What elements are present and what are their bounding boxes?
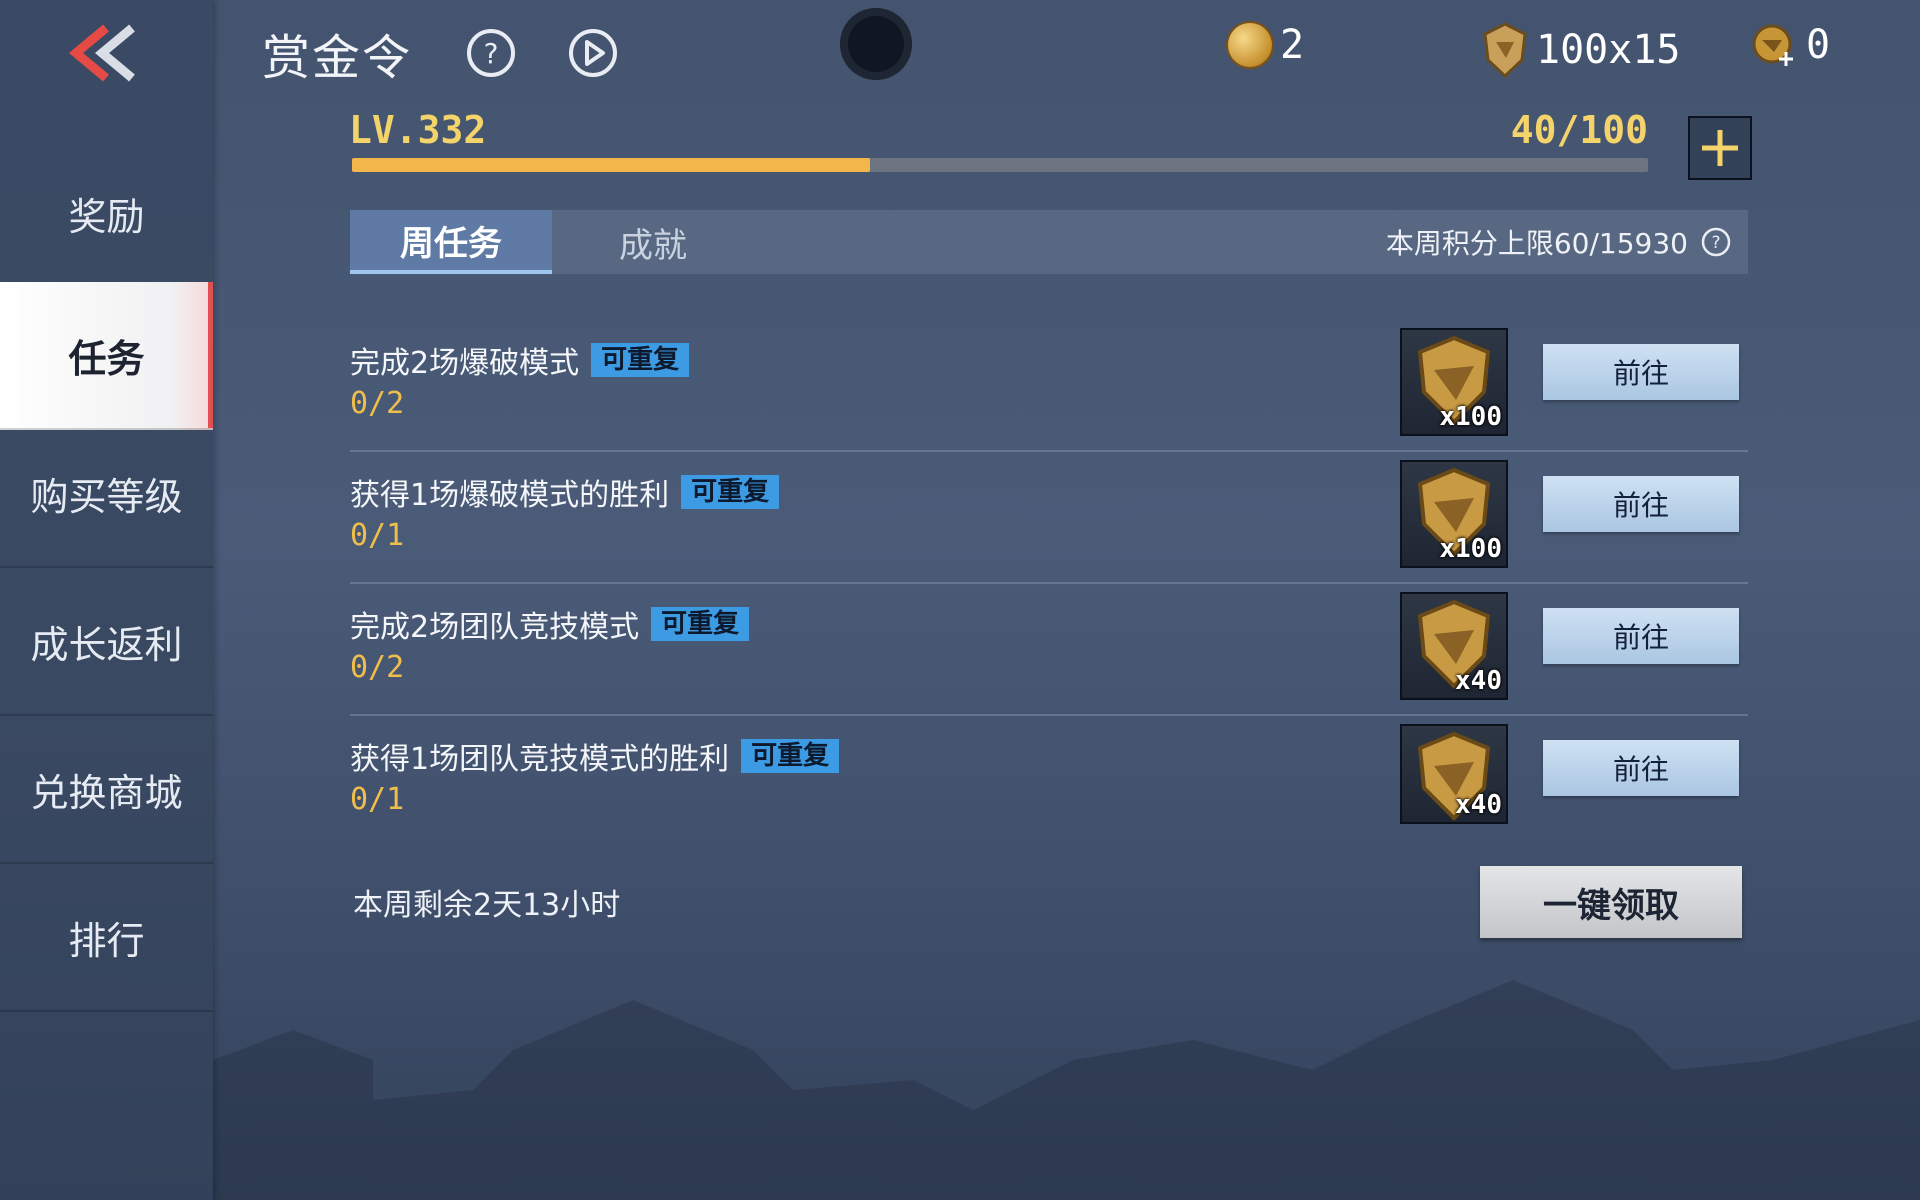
- task-name: 完成2场爆破模式: [350, 346, 580, 381]
- tab-achievements[interactable]: 成就: [552, 210, 754, 274]
- play-video-button[interactable]: [568, 28, 618, 78]
- sidebar-item-label: 排行: [68, 918, 145, 963]
- task-row: 获得1场团队竞技模式的胜利 可重复 0/1 x40 前往: [350, 714, 1748, 846]
- currency-gold-coin: 2: [1228, 22, 1304, 68]
- question-icon: ?: [467, 29, 515, 77]
- question-icon: ?: [1701, 227, 1731, 257]
- go-button[interactable]: 前往: [1543, 608, 1739, 664]
- task-title: 获得1场爆破模式的胜利 可重复: [350, 470, 780, 514]
- level-progress-text: 40/100: [1510, 108, 1648, 152]
- reward-quantity: x40: [1455, 666, 1502, 696]
- task-name: 获得1场团队竞技模式的胜利: [350, 742, 730, 777]
- sidebar-item-exchange-shop[interactable]: 兑换商城: [0, 716, 213, 864]
- weekly-limit-help-button[interactable]: ?: [1700, 226, 1732, 258]
- play-icon: [569, 29, 617, 77]
- help-button[interactable]: ?: [466, 28, 516, 78]
- sidebar-item-growth-rebate[interactable]: 成长返利: [0, 568, 213, 716]
- sidebar-item-label: 奖励: [68, 194, 145, 239]
- level-progress-bar: [352, 158, 1648, 172]
- badge-token-icon: [1483, 22, 1527, 78]
- sidebar-item-rewards[interactable]: 奖励: [0, 140, 213, 288]
- tab-weekly-tasks[interactable]: 周任务: [350, 210, 552, 274]
- temple-silhouette: [213, 980, 1920, 1200]
- task-progress: 0/1: [350, 782, 405, 817]
- go-button[interactable]: 前往: [1543, 344, 1739, 400]
- svg-text:?: ?: [1711, 233, 1720, 253]
- reward-item[interactable]: x100: [1400, 460, 1508, 568]
- reward-item[interactable]: x40: [1400, 592, 1508, 700]
- camera-cutout: [840, 8, 912, 80]
- task-name: 完成2场团队竞技模式: [350, 610, 640, 645]
- claim-all-button[interactable]: 一键领取: [1480, 866, 1742, 938]
- weekly-limit-text: 本周积分上限60/15930: [1385, 227, 1688, 260]
- task-tabs: 周任务 成就 本周积分上限60/15930 ?: [350, 210, 1748, 274]
- reward-quantity: x100: [1439, 534, 1502, 564]
- repeatable-badge: 可重复: [591, 343, 690, 377]
- add-level-button[interactable]: [1688, 116, 1752, 180]
- sidebar-item-buy-level[interactable]: 购买等级: [0, 420, 213, 568]
- task-progress: 0/2: [350, 386, 405, 421]
- task-progress: 0/1: [350, 518, 405, 553]
- task-title: 获得1场团队竞技模式的胜利 可重复: [350, 734, 840, 778]
- currency-value: 100x15: [1536, 27, 1681, 73]
- currency-value: 0: [1806, 22, 1831, 68]
- sidebar: 奖励 任务 购买等级 成长返利 兑换商城 排行: [0, 0, 213, 1200]
- currency-vip-ticket: 0: [1752, 22, 1830, 68]
- currency-badge-token: 100x15: [1482, 22, 1681, 78]
- reward-item[interactable]: x40: [1400, 724, 1508, 824]
- task-name: 获得1场爆破模式的胜利: [350, 478, 670, 513]
- repeatable-badge: 可重复: [741, 739, 840, 773]
- reward-quantity: x40: [1455, 790, 1502, 820]
- task-row: 获得1场爆破模式的胜利 可重复 0/1 x100 前往: [350, 450, 1748, 584]
- level-progress-fill: [352, 158, 871, 172]
- sidebar-item-label: 兑换商城: [30, 770, 183, 815]
- sidebar-item-ranking[interactable]: 排行: [0, 864, 213, 1012]
- page-title: 赏金令: [262, 30, 413, 86]
- back-button[interactable]: [60, 18, 150, 88]
- reward-item[interactable]: x100: [1400, 328, 1508, 436]
- task-title: 完成2场爆破模式 可重复: [350, 338, 690, 382]
- gold-coin-icon: [1228, 23, 1272, 67]
- go-button[interactable]: 前往: [1543, 740, 1739, 796]
- sidebar-item-label: 购买等级: [30, 474, 183, 519]
- sidebar-item-label: 任务: [68, 336, 145, 381]
- time-remaining: 本周剩余2天13小时: [353, 888, 621, 923]
- repeatable-badge: 可重复: [681, 475, 780, 509]
- go-button[interactable]: 前往: [1543, 476, 1739, 532]
- reward-quantity: x100: [1439, 402, 1502, 432]
- plus-icon: [1702, 130, 1738, 166]
- vip-ticket-icon: [1752, 24, 1793, 66]
- currency-value: 2: [1280, 22, 1305, 68]
- sidebar-item-tasks[interactable]: 任务: [0, 282, 213, 430]
- level-label: LV.332: [349, 108, 487, 152]
- double-chevron-left-icon: [68, 24, 135, 82]
- repeatable-badge: 可重复: [651, 607, 750, 641]
- svg-text:?: ?: [484, 37, 499, 70]
- task-title: 完成2场团队竞技模式 可重复: [350, 602, 750, 646]
- task-progress: 0/2: [350, 650, 405, 685]
- task-row: 完成2场爆破模式 可重复 0/2 x100 前往: [350, 318, 1748, 452]
- task-row: 完成2场团队竞技模式 可重复 0/2 x40 前往: [350, 582, 1748, 716]
- sidebar-item-label: 成长返利: [30, 622, 183, 667]
